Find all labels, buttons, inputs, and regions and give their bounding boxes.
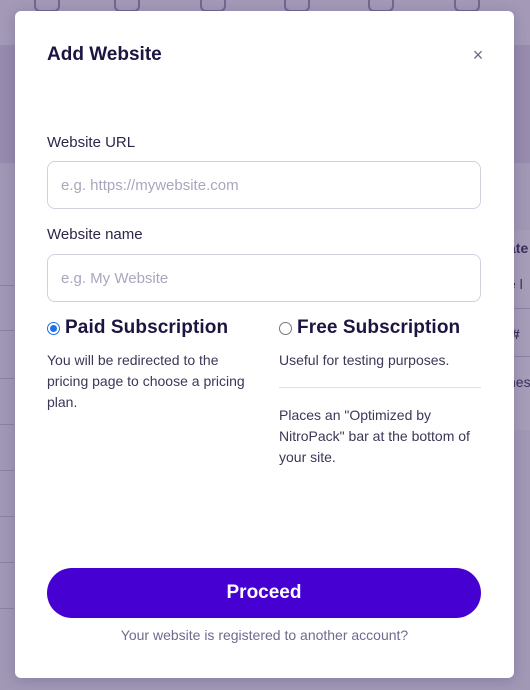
modal-title: Add Website [47, 44, 162, 65]
website-url-input[interactable] [47, 161, 481, 209]
website-name-label: Website name [47, 226, 143, 243]
paid-subscription-radio[interactable] [47, 321, 60, 335]
paid-subscription-title: Paid Subscription [65, 317, 229, 338]
paid-subscription-radio-row[interactable]: Paid Subscription [47, 317, 247, 339]
free-subscription-title: Free Subscription [297, 317, 461, 338]
free-subscription-divider [279, 387, 481, 388]
add-website-modal: Add Website × Website URL Website name P… [15, 11, 514, 678]
proceed-button[interactable]: Proceed [47, 568, 481, 618]
free-subscription-radio[interactable] [279, 321, 292, 335]
paid-subscription-description: You will be redirected to the pricing pa… [47, 352, 245, 410]
registered-elsewhere-link[interactable]: Your website is registered to another ac… [15, 627, 514, 643]
free-subscription-option: Free Subscription Useful for testing pur… [279, 317, 481, 468]
free-subscription-description: Useful for testing purposes. [279, 352, 450, 368]
website-name-input[interactable] [47, 254, 481, 302]
free-subscription-radio-row[interactable]: Free Subscription [279, 317, 481, 339]
free-subscription-note: Places an "Optimized by NitroPack" bar a… [279, 407, 470, 465]
close-icon[interactable]: × [467, 44, 489, 66]
paid-subscription-option: Paid Subscription You will be redirected… [47, 317, 247, 413]
website-url-label: Website URL [47, 134, 136, 151]
